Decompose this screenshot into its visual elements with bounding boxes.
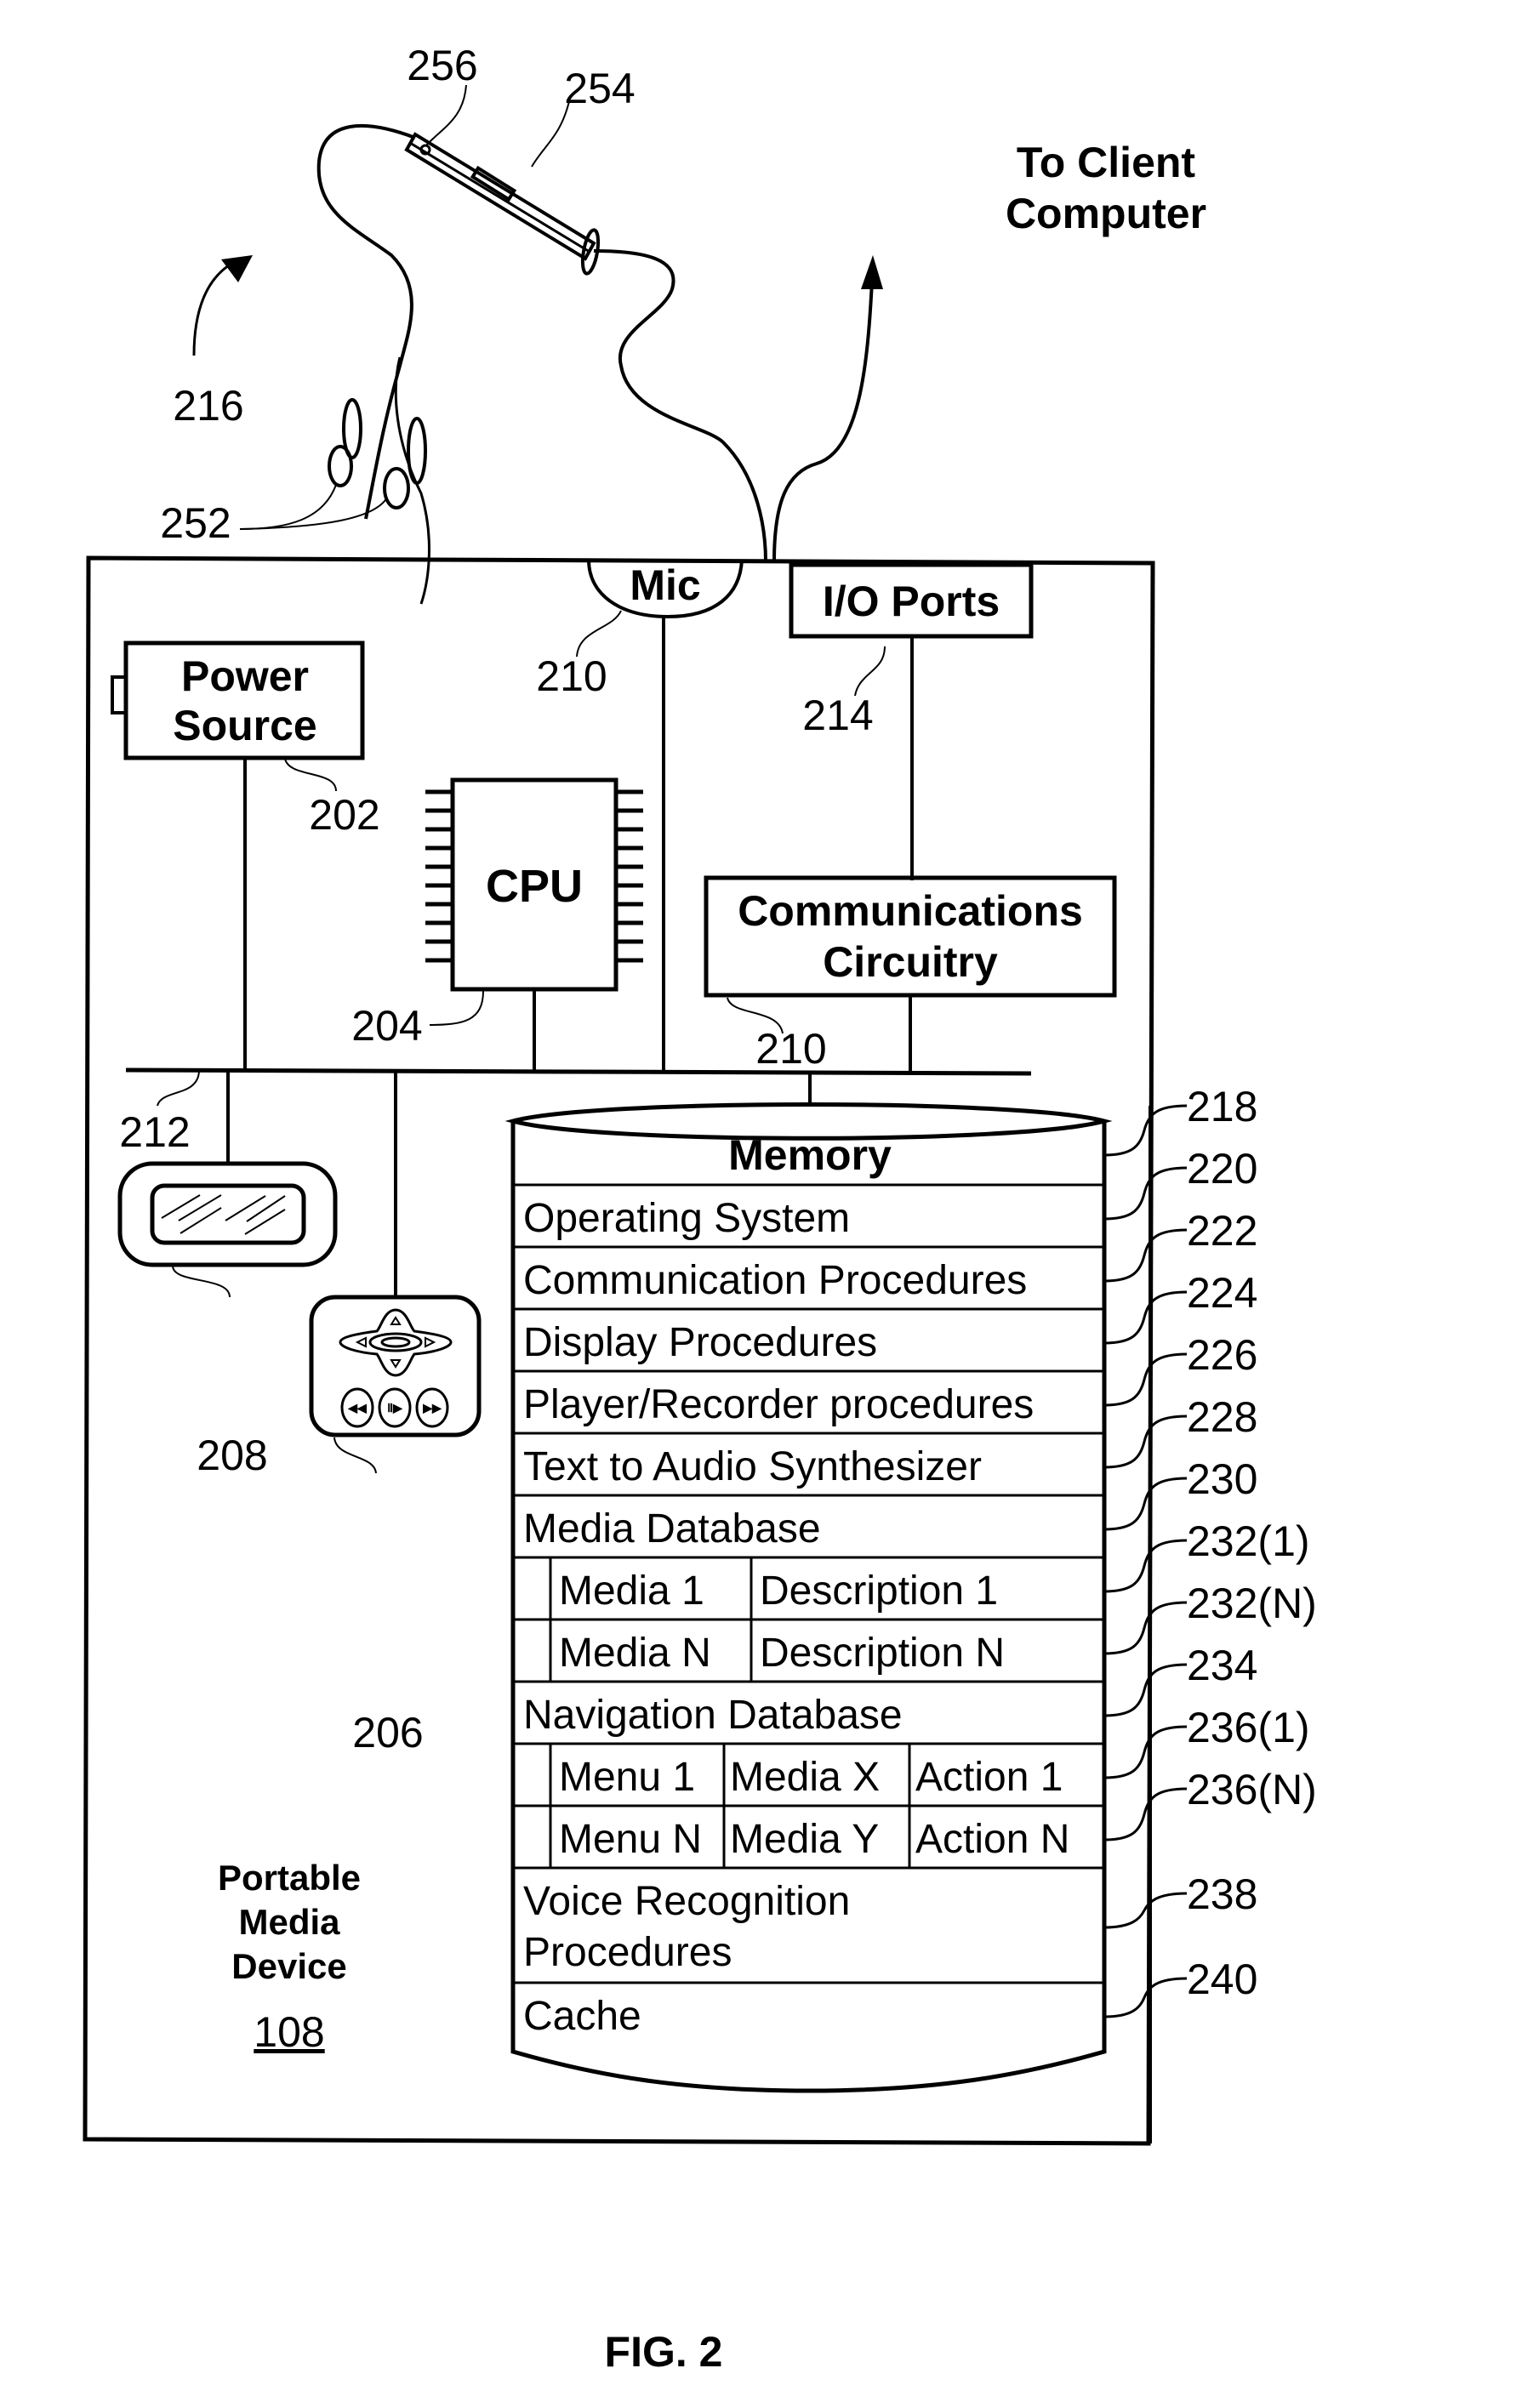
ref-214: 214 <box>802 692 873 739</box>
cpu-label: CPU <box>486 861 583 912</box>
memory-row-label: Navigation Database <box>523 1693 903 1738</box>
memory-ref-label: 238 <box>1187 1870 1257 1918</box>
memory-ref-label: 236(1) <box>1187 1704 1310 1751</box>
memory-row-label: Display Procedures <box>523 1320 877 1365</box>
memory-ref-label: 228 <box>1187 1393 1257 1441</box>
memory-ref-label: 232(1) <box>1187 1517 1310 1565</box>
memory-title: Memory <box>728 1131 892 1179</box>
figure-caption: FIG. 2 <box>605 2328 723 2376</box>
arrow-up-icon <box>861 255 883 289</box>
power-source-label-2: Source <box>173 702 317 749</box>
ref-202: 202 <box>309 791 379 839</box>
media-entry-cell: Description 1 <box>760 1568 998 1614</box>
nav-entry-cell: Action 1 <box>915 1755 1063 1800</box>
nav-entry-cell: Media X <box>730 1755 880 1800</box>
memory-row-label: Cache <box>523 1994 641 2039</box>
nav-entry-cell: Menu N <box>559 1817 702 1862</box>
memory-ref-label: 240 <box>1187 1955 1257 2003</box>
memory-row-label: Voice Recognition <box>523 1879 850 1924</box>
nav-entry-cell: Menu 1 <box>559 1755 695 1800</box>
nav-entry-cell: Media Y <box>730 1817 879 1862</box>
to-client-label-2: Computer <box>1006 190 1206 237</box>
earbud-right <box>383 467 410 509</box>
ref-252: 252 <box>160 499 231 547</box>
ref-206: 206 <box>352 1709 423 1756</box>
memory-row-label: Text to Audio Synthesizer <box>523 1444 982 1489</box>
display-screen <box>117 1161 338 1267</box>
ref-216: 216 <box>173 382 243 430</box>
ref-204: 204 <box>351 1002 422 1050</box>
io-ports-label: I/O Ports <box>823 578 1000 625</box>
memory-ref-label: 226 <box>1187 1331 1257 1379</box>
mic-label: Mic <box>630 561 700 609</box>
nav-entry-cell: Action N <box>915 1817 1069 1862</box>
inline-remote <box>404 132 601 276</box>
memory-ref-label: 218 <box>1187 1083 1257 1130</box>
device-label-3: Device <box>231 1946 346 1986</box>
media-entry-cell: Media 1 <box>559 1568 704 1614</box>
comm-circuitry-label-1: Communications <box>738 887 1083 935</box>
headset <box>192 84 883 605</box>
memory-ref-label: 236(N) <box>1187 1766 1317 1813</box>
device-label-1: Portable <box>218 1858 361 1898</box>
to-client-label-1: To Client <box>1017 139 1196 186</box>
control-pad: ◀◀ Ⅱ▶ ▶▶ <box>309 1295 482 1437</box>
ref-254: 254 <box>564 65 635 112</box>
ref-comm-210: 210 <box>755 1025 826 1073</box>
device-ref-108: 108 <box>254 2008 324 2056</box>
memory-row-label: Operating System <box>523 1196 850 1241</box>
ref-208: 208 <box>197 1432 267 1479</box>
ref-256: 256 <box>407 42 477 89</box>
memory-ref-label: 224 <box>1187 1269 1257 1317</box>
svg-text:Ⅱ▶: Ⅱ▶ <box>387 1401 403 1415</box>
memory-ref-label: 220 <box>1187 1145 1257 1193</box>
memory-row-label: Communication Procedures <box>523 1258 1027 1303</box>
memory-row-label: Procedures <box>523 1930 732 1975</box>
media-entry-cell: Description N <box>760 1631 1005 1676</box>
memory-ref-label: 222 <box>1187 1207 1257 1255</box>
media-entry-cell: Media N <box>559 1631 711 1676</box>
memory-row-label: Media Database <box>523 1506 821 1551</box>
system-bus <box>125 1067 1032 1076</box>
svg-text:▶▶: ▶▶ <box>422 1401 442 1415</box>
comm-circuitry-label-2: Circuitry <box>823 938 998 986</box>
device-label-2: Media <box>238 1902 340 1942</box>
remote-button-icon <box>419 144 431 156</box>
power-source-label-1: Power <box>181 652 309 700</box>
diagram-canvas: 256 254 216 252 To Client Computer Mic 2… <box>83 42 1317 2376</box>
memory-ref-label: 230 <box>1187 1455 1257 1503</box>
memory-row-label: Player/Recorder procedures <box>523 1382 1034 1427</box>
memory-ref-label: 232(N) <box>1187 1580 1317 1627</box>
ref-212: 212 <box>119 1108 190 1156</box>
ref-mic-210: 210 <box>536 652 607 700</box>
svg-text:◀◀: ◀◀ <box>347 1401 367 1415</box>
memory-ref-label: 234 <box>1187 1642 1257 1689</box>
